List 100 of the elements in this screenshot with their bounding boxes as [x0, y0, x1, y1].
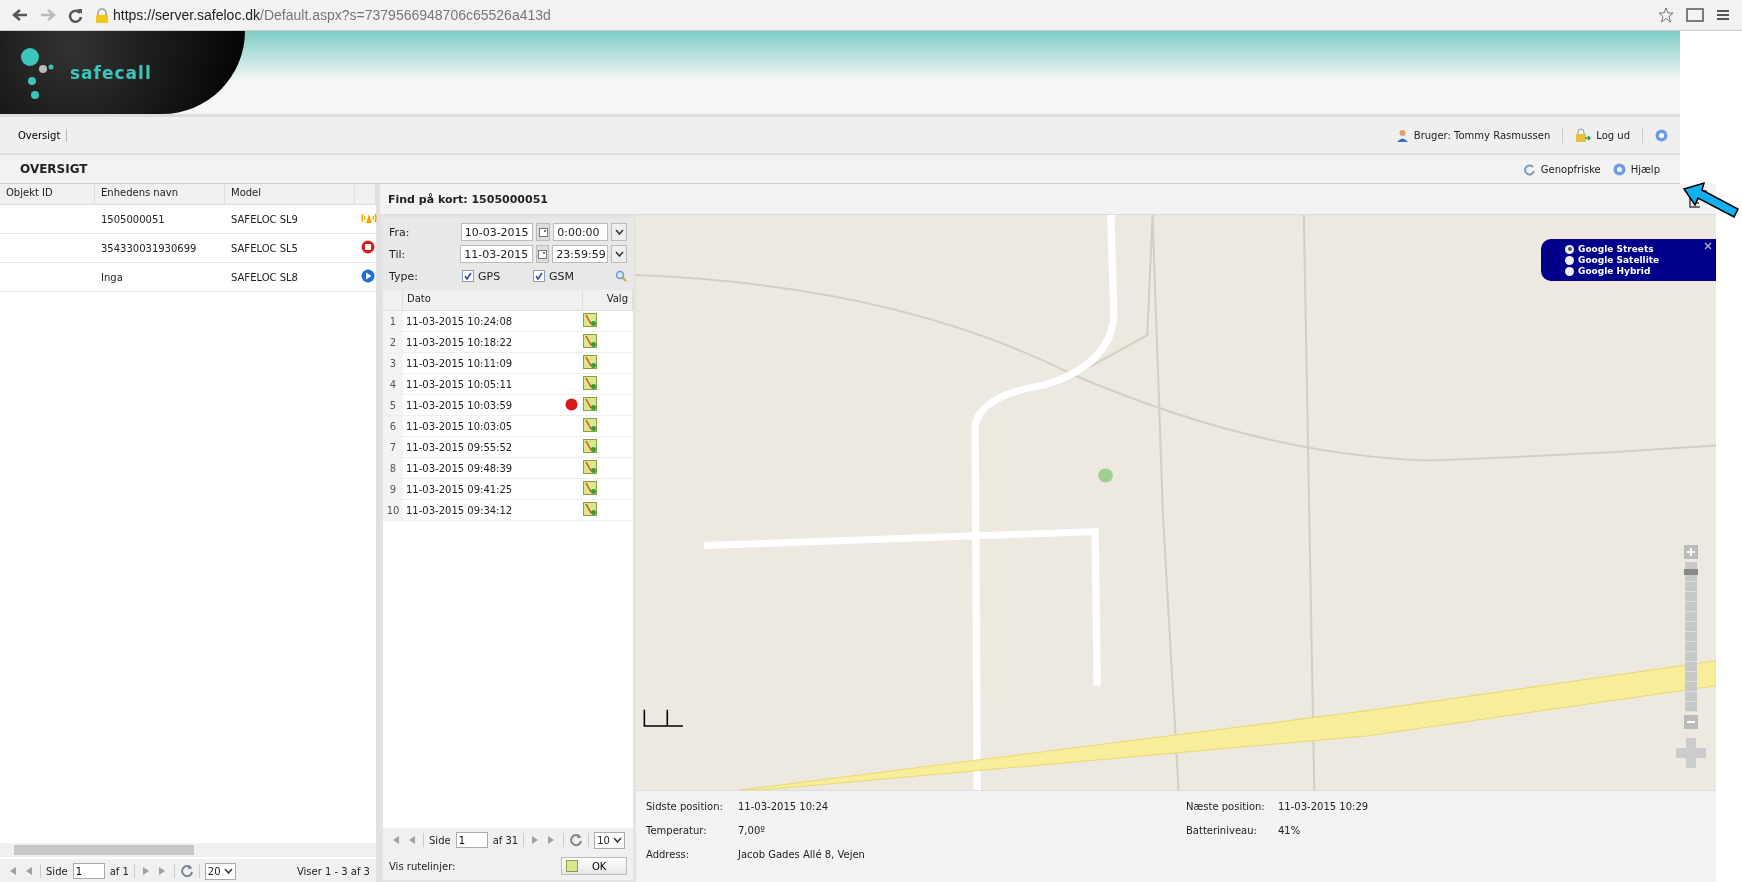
table-cell-text: SAFELOC SL9 [230, 213, 299, 225]
ok-button[interactable]: OK [561, 857, 627, 875]
checkbox-label: GPS [478, 269, 501, 283]
page-size-select[interactable]: 10 [594, 831, 625, 849]
zoom-in-icon[interactable] [1684, 545, 1698, 559]
info-label: Næste position: [1186, 801, 1266, 812]
row-number: 2 [383, 332, 403, 352]
help-icon[interactable] [1655, 128, 1668, 142]
map-pin-add-icon[interactable] [583, 376, 597, 390]
page-field[interactable]: 1 [455, 832, 488, 848]
lock-icon [1575, 128, 1592, 142]
map-pin-add-icon[interactable] [583, 397, 597, 411]
back-icon[interactable] [12, 8, 28, 22]
checkbox[interactable] [533, 270, 545, 282]
zoom-slider[interactable] [1685, 562, 1697, 712]
layer-option[interactable]: Google Hybrid [1565, 266, 1716, 276]
table-cell[interactable]: 11-03-2015 10:24:08 [403, 315, 565, 327]
table-cell[interactable]: 11-03-2015 09:48:39 [403, 462, 565, 474]
address-bar[interactable]: https://server.safeloc.dk/Default.aspx?s=7379566948706c65526a413d [113, 7, 551, 23]
caret-icon [612, 837, 622, 843]
scrollbar[interactable] [0, 843, 376, 857]
reload-icon[interactable] [68, 7, 83, 23]
stop-icon [361, 240, 375, 254]
info-value: 7,00º [738, 825, 766, 836]
cast-icon[interactable] [1686, 8, 1704, 22]
refresh-link[interactable]: Genopfriske [1522, 162, 1601, 176]
table-cell[interactable]: 11-03-2015 10:05:11 [403, 378, 565, 390]
refresh-icon[interactable] [179, 864, 194, 878]
row-number: 7 [383, 437, 403, 457]
layer-option[interactable]: Google Streets [1565, 244, 1716, 254]
row-number: 4 [383, 374, 403, 394]
time-field[interactable]: 23:59:59 [552, 245, 609, 263]
checkbox[interactable] [462, 270, 474, 282]
table-cell-text: Inga [100, 271, 124, 283]
user-label: Bruger: Tommy Rasmussen [1413, 129, 1551, 141]
table-cell-text: SAFELOC SL8 [230, 271, 299, 283]
column-header[interactable]: Enhedens navn [95, 184, 225, 204]
map-pin-add-icon[interactable] [583, 418, 597, 432]
menu-icon[interactable] [1716, 9, 1730, 21]
alarm-icon [361, 211, 377, 225]
field-label: Til: [389, 247, 407, 261]
table-cell[interactable]: 11-03-2015 10:18:22 [403, 336, 565, 348]
table-cell[interactable]: 11-03-2015 09:55:52 [403, 441, 565, 453]
map-pin-add-icon[interactable] [583, 313, 597, 327]
map-pin-add-icon[interactable] [583, 355, 597, 369]
info-label: Batteriniveau: [1186, 825, 1258, 836]
row-number: 5 [383, 395, 403, 415]
calendar-icon[interactable] [535, 245, 550, 263]
date-field[interactable]: 10-03-2015 [460, 223, 534, 241]
info-label: Temperatur: [646, 825, 708, 836]
zoom-handle[interactable] [1684, 569, 1698, 576]
map-pin-add-icon[interactable] [583, 334, 597, 348]
row-number: 6 [383, 416, 403, 436]
column-header[interactable]: Dato [403, 290, 583, 310]
field-label: Vis rutelinjer: [389, 860, 456, 872]
calendar-icon[interactable] [536, 223, 551, 241]
info-value: 41% [1278, 825, 1302, 836]
refresh-icon[interactable] [569, 833, 584, 847]
logo-text: safecall [70, 62, 152, 83]
info-value: Jacob Gades Allé 8, Vejen [738, 849, 866, 860]
search-icon[interactable] [615, 270, 627, 282]
table-cell[interactable]: 11-03-2015 09:41:25 [403, 483, 565, 495]
map-pin-add-icon[interactable] [583, 439, 597, 453]
row-number: 1 [383, 311, 403, 331]
page-summary: Viser 1 - 3 af 3 [296, 865, 370, 877]
table-cell-text: 354330031930699 [100, 242, 198, 254]
map-pin-add-icon[interactable] [583, 481, 597, 495]
table-cell[interactable]: 11-03-2015 10:11:09 [403, 357, 565, 369]
page-field[interactable]: 1 [72, 863, 105, 879]
table-cell-text: 1505000051 [100, 213, 166, 225]
lock-warning-icon [95, 7, 109, 23]
info-value: 11-03-2015 10:24 [738, 801, 830, 812]
map-pin-add-icon[interactable] [583, 502, 597, 516]
table-cell[interactable]: 11-03-2015 10:03:59 [403, 399, 565, 411]
panel-title: Find på kort: 1505000051 [388, 192, 548, 206]
table-cell[interactable]: 11-03-2015 10:03:05 [403, 420, 565, 432]
refresh-icon [1522, 162, 1536, 176]
forward-icon[interactable] [40, 8, 56, 22]
layer-option[interactable]: Google Satellite [1565, 255, 1716, 265]
star-icon[interactable] [1658, 7, 1674, 23]
column-header[interactable]: Valg [583, 290, 633, 310]
logout-link[interactable]: Log ud [1575, 128, 1630, 142]
page-count: af 1 [109, 865, 129, 877]
map-icon [566, 860, 578, 872]
menu-item[interactable]: Oversigt [12, 128, 68, 142]
time-dropdown[interactable] [611, 245, 627, 263]
column-header[interactable]: Model [225, 184, 355, 204]
page-size-select[interactable]: 20 [204, 862, 236, 880]
date-field[interactable]: 11-03-2015 [460, 245, 533, 263]
row-number: 9 [383, 479, 403, 499]
time-field[interactable]: 0:00:00 [553, 223, 609, 241]
help-link[interactable]: Hjælp [1612, 162, 1660, 176]
section-title: OVERSIGT [20, 162, 88, 176]
table-cell[interactable]: 11-03-2015 09:34:12 [403, 504, 565, 516]
map-pin-add-icon[interactable] [583, 460, 597, 474]
close-icon[interactable] [1704, 242, 1712, 250]
zoom-out-icon[interactable] [1684, 715, 1698, 729]
page-label: Side [46, 865, 68, 877]
time-dropdown[interactable] [611, 223, 627, 241]
column-header[interactable]: Objekt ID [0, 184, 95, 204]
